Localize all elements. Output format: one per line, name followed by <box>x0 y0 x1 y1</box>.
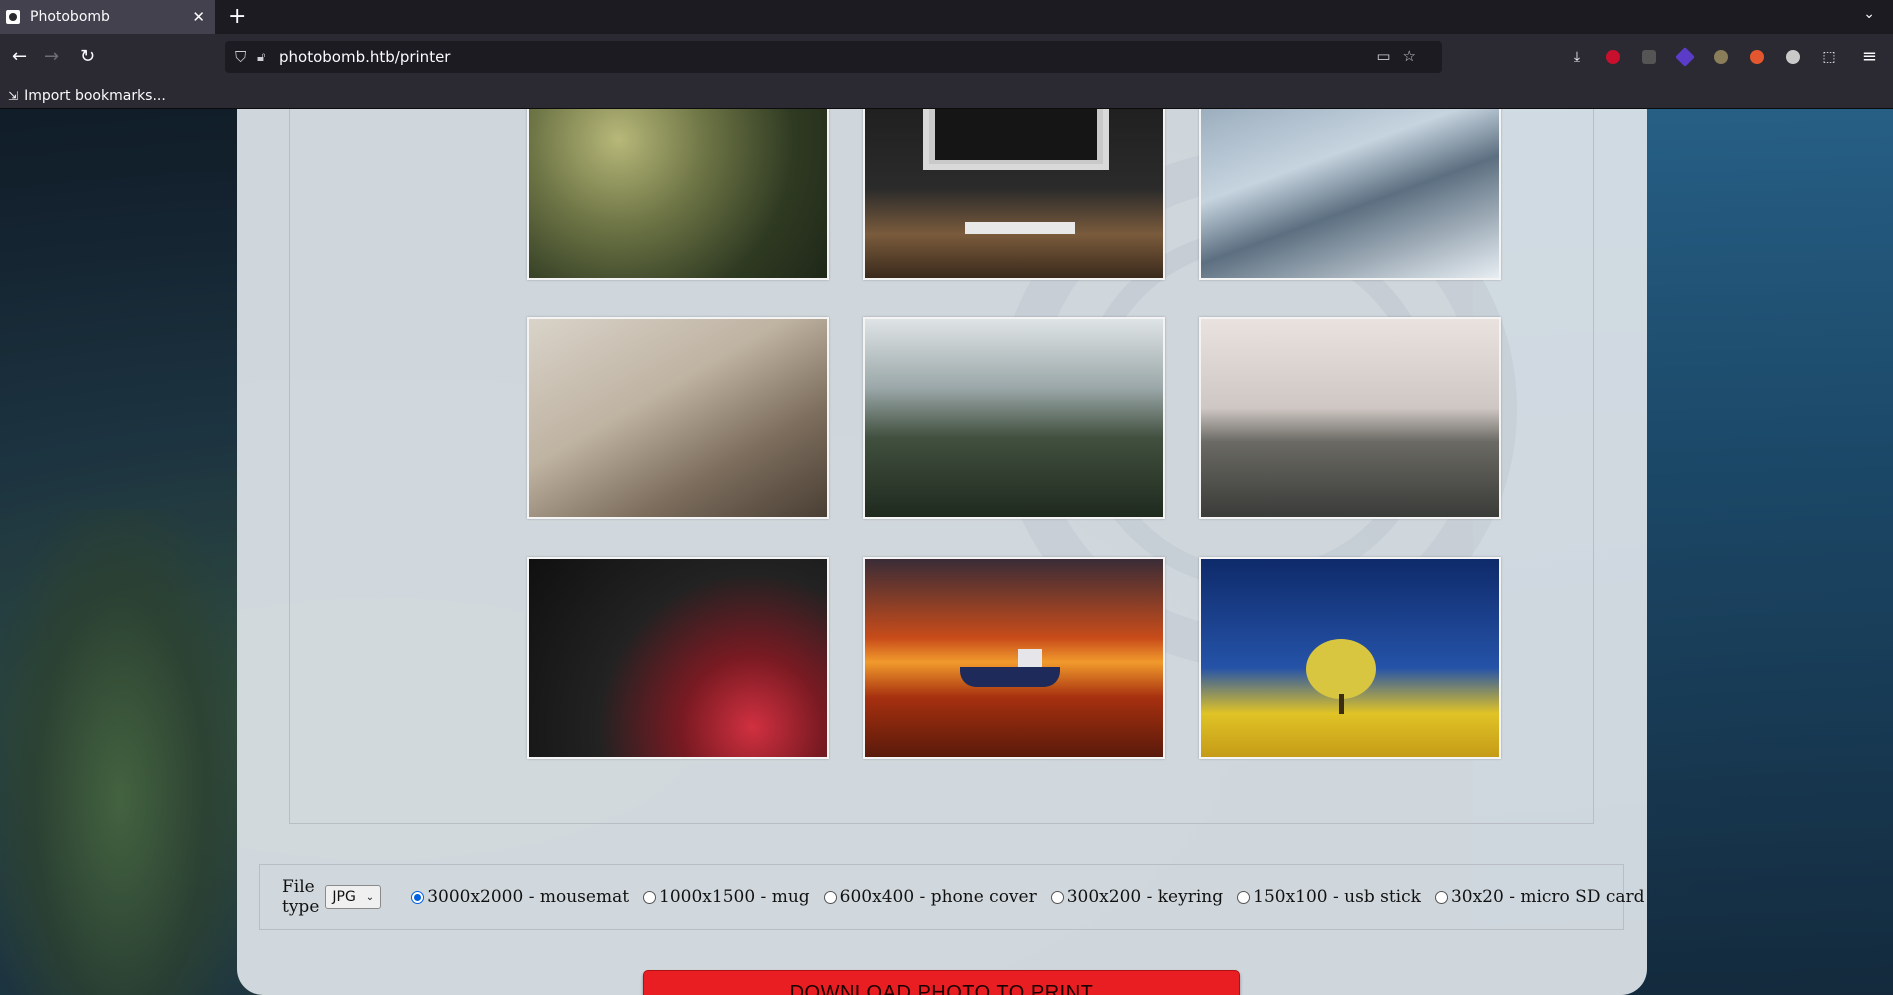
print-options-form: File type JPG ⌄ 3000x2000 - mousemat 100… <box>259 864 1645 930</box>
favicon-icon <box>6 10 20 24</box>
tab-bar: Photobomb ✕ + ⌄ <box>0 0 1893 34</box>
back-button[interactable]: ← <box>12 46 27 68</box>
photo-frozen-waterfall[interactable] <box>1199 109 1501 280</box>
photo-yellow-tree-field[interactable] <box>1199 557 1501 759</box>
extension-toolbar: ⤓ ⬚ <box>1566 46 1840 68</box>
size-label-micro-sd-card: 30x20 - micro SD card <box>1450 887 1645 907</box>
size-label-keyring: 300x200 - keyring <box>1066 887 1224 907</box>
size-radio-keyring[interactable] <box>1050 890 1064 904</box>
size-radio-mug[interactable] <box>643 890 657 904</box>
size-label-usb-stick: 150x100 - usb stick <box>1253 887 1421 907</box>
file-type-select[interactable]: JPG ⌄ <box>325 885 382 909</box>
close-tab-icon[interactable]: ✕ <box>192 8 205 26</box>
photo-woodworking-tools[interactable] <box>527 317 829 519</box>
app-menu-icon[interactable]: ≡ <box>1862 46 1877 67</box>
reload-button[interactable]: ↻ <box>80 46 95 68</box>
import-bookmarks-link[interactable]: Import bookmarks... <box>24 88 166 104</box>
photo-red-abstract-curves[interactable] <box>527 557 829 759</box>
download-photo-button[interactable]: DOWNLOAD PHOTO TO PRINT <box>643 970 1240 995</box>
extension-foxyproxy-icon[interactable] <box>1746 46 1768 68</box>
insecure-lock-icon[interactable]: 🔓︎ <box>257 50 279 65</box>
size-label-mousemat: 3000x2000 - mousemat <box>427 887 630 907</box>
downloads-icon[interactable]: ⤓ <box>1566 46 1588 68</box>
photo-desk-monitor[interactable] <box>863 109 1165 280</box>
size-option-mousemat[interactable]: 3000x2000 - mousemat <box>411 887 629 907</box>
size-label-phone-cover: 600x400 - phone cover <box>839 887 1037 907</box>
photo-succulent-plants[interactable] <box>527 109 829 280</box>
size-option-usb-stick[interactable]: 150x100 - usb stick <box>1237 887 1421 907</box>
monitor-shape <box>923 109 1109 170</box>
size-radio-micro-sd-card[interactable] <box>1434 890 1448 904</box>
extensions-puzzle-icon[interactable]: ⬚ <box>1818 46 1840 68</box>
page-action-icons[interactable]: ▭☆ <box>1376 47 1428 65</box>
chevron-down-icon: ⌄ <box>365 891 375 903</box>
page-viewport: File type JPG ⌄ 3000x2000 - mousemat 100… <box>0 109 1893 995</box>
import-icon: ⇲ <box>8 89 19 103</box>
ublock-origin-icon[interactable] <box>1602 46 1624 68</box>
extension-cookie-icon[interactable] <box>1782 46 1804 68</box>
address-bar[interactable]: ⛉ 🔓︎ photobomb.htb/printer ▭☆ <box>225 41 1442 73</box>
new-tab-button[interactable]: + <box>228 4 246 30</box>
photo-boat-at-sunset[interactable] <box>863 557 1165 759</box>
forward-button[interactable]: → <box>44 46 59 68</box>
photo-glass-greenhouse[interactable] <box>863 317 1165 519</box>
size-option-phone-cover[interactable]: 600x400 - phone cover <box>823 887 1037 907</box>
tree-trunk-shape <box>1339 694 1344 714</box>
file-type-label: File type <box>282 877 320 917</box>
tab-photobomb[interactable]: Photobomb ✕ <box>0 0 215 34</box>
tab-title: Photobomb <box>30 9 110 25</box>
list-all-tabs-icon[interactable]: ⌄ <box>1863 6 1875 22</box>
extension-wappalyzer-icon[interactable] <box>1710 46 1732 68</box>
size-option-keyring[interactable]: 300x200 - keyring <box>1050 887 1224 907</box>
tracking-protection-icon[interactable]: ⛉ <box>235 48 257 66</box>
extension-hat-icon[interactable] <box>1638 46 1660 68</box>
file-type-value: JPG <box>332 889 356 905</box>
boat-shape <box>960 649 1060 687</box>
tree-shape <box>1306 639 1376 699</box>
url-text[interactable]: photobomb.htb/printer <box>279 48 450 66</box>
background-foliage <box>0 509 240 995</box>
size-radio-mousemat[interactable] <box>411 890 425 904</box>
bookmarks-toolbar: ⇲ Import bookmarks... <box>0 84 1893 109</box>
keyboard-shape <box>965 222 1075 234</box>
navigation-toolbar: ← → ↻ ⛉ 🔓︎ photobomb.htb/printer ▭☆ ⤓ ⬚ … <box>0 34 1893 84</box>
size-radio-usb-stick[interactable] <box>1237 890 1251 904</box>
size-option-micro-sd-card[interactable]: 30x20 - micro SD card <box>1434 887 1645 907</box>
size-radio-phone-cover[interactable] <box>823 890 837 904</box>
printer-panel: File type JPG ⌄ 3000x2000 - mousemat 100… <box>237 109 1647 995</box>
size-option-mug[interactable]: 1000x1500 - mug <box>643 887 810 907</box>
size-label-mug: 1000x1500 - mug <box>659 887 810 907</box>
photo-coastal-cliffs[interactable] <box>1199 317 1501 519</box>
extension-gem-icon[interactable] <box>1674 46 1696 68</box>
